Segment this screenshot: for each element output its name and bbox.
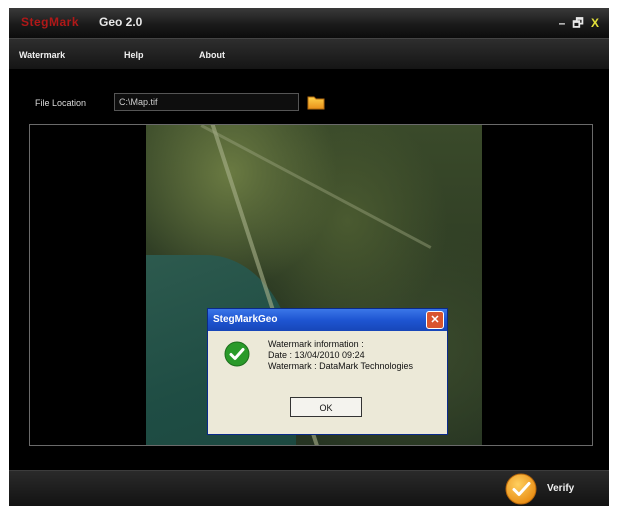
verify-button[interactable]: Verify — [505, 473, 605, 505]
dialog-title-bar: StegMarkGeo ✕ — [208, 309, 447, 331]
dialog-title: StegMarkGeo — [213, 314, 278, 325]
ok-button[interactable]: OK — [290, 397, 362, 417]
watermark-info-heading: Watermark information : — [268, 339, 364, 349]
verify-label: Verify — [547, 483, 575, 494]
watermark-owner: Watermark : DataMark Technologies — [268, 361, 414, 371]
folder-icon — [307, 96, 325, 110]
brand-logo: StegMark — [21, 15, 80, 29]
file-location-label: File Location — [35, 98, 87, 108]
close-icon: ✕ — [430, 314, 440, 326]
success-check-icon — [224, 341, 250, 367]
maximize-button[interactable]: 🗗 — [571, 15, 585, 31]
watermark-info-dialog: StegMarkGeo ✕ Watermark information : Da… — [207, 308, 448, 435]
app-title: Geo 2.0 — [99, 15, 143, 29]
verify-check-icon — [505, 473, 537, 505]
title-bar: StegMark Geo 2.0 – 🗗 X — [9, 8, 609, 38]
file-location-input[interactable] — [114, 93, 299, 111]
app-window: StegMark Geo 2.0 – 🗗 X Watermark Help Ab… — [9, 8, 609, 506]
minimize-button[interactable]: – — [555, 15, 569, 31]
menu-about[interactable]: About — [199, 48, 225, 62]
dialog-message: Watermark information : Date : 13/04/201… — [268, 339, 444, 372]
menu-watermark[interactable]: Watermark — [19, 48, 65, 62]
watermark-date: Date : 13/04/2010 09:24 — [268, 350, 365, 360]
bottom-bar: Verify — [9, 470, 609, 506]
menu-bar: Watermark Help About — [9, 38, 609, 69]
dialog-close-button[interactable]: ✕ — [426, 311, 444, 329]
browse-folder-button[interactable] — [306, 92, 326, 112]
menu-help[interactable]: Help — [124, 48, 144, 62]
close-button[interactable]: X — [588, 15, 602, 31]
